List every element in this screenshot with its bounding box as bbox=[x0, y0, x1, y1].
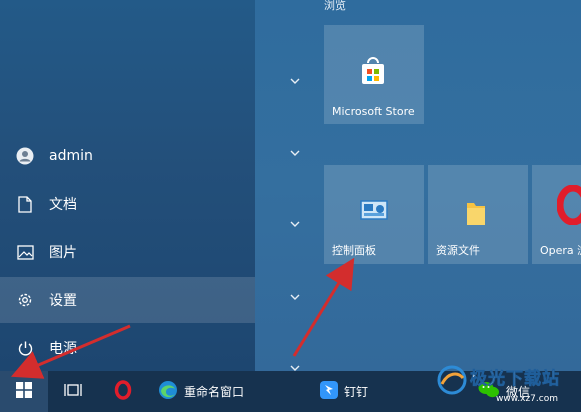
folder-icon bbox=[465, 199, 487, 231]
left-item-label: 文档 bbox=[49, 197, 77, 213]
start-button[interactable] bbox=[0, 371, 48, 412]
taskbar-edge-window[interactable]: 重命名窗口 bbox=[158, 371, 248, 412]
dingtalk-icon bbox=[320, 380, 338, 403]
task-view-button[interactable] bbox=[60, 371, 86, 412]
taskbar-item-label: 重命名窗口 bbox=[184, 385, 245, 399]
user-name: admin bbox=[49, 148, 93, 164]
left-item-label: 设置 bbox=[49, 293, 77, 309]
store-icon bbox=[359, 57, 387, 89]
edge-icon bbox=[158, 380, 178, 404]
windows-start-icon bbox=[16, 381, 32, 402]
power-icon bbox=[16, 339, 34, 357]
chevron-down-icon[interactable] bbox=[289, 293, 301, 301]
tile-opera[interactable]: Opera 浏览 bbox=[532, 165, 581, 264]
taskbar-item-label: 钉钉 bbox=[344, 385, 369, 399]
left-item-settings[interactable]: 设置 bbox=[0, 277, 255, 323]
left-item-label: 图片 bbox=[49, 245, 77, 261]
tile-label: 控制面板 bbox=[332, 244, 376, 257]
tile-microsoft-store[interactable]: Microsoft Store bbox=[324, 25, 424, 124]
task-view-icon bbox=[64, 382, 82, 402]
tile-label: Microsoft Store bbox=[332, 105, 415, 118]
watermark-url: www.xz7.com bbox=[496, 394, 558, 404]
user-account-item[interactable]: admin bbox=[0, 133, 255, 179]
gear-icon bbox=[16, 291, 34, 309]
document-icon bbox=[16, 195, 34, 213]
left-item-pictures[interactable]: 图片 bbox=[0, 229, 255, 275]
watermark: 极光下载站 www.xz7.com bbox=[436, 360, 581, 412]
taskbar-opera-button[interactable] bbox=[112, 371, 134, 412]
chevron-down-icon[interactable] bbox=[289, 220, 301, 228]
control-panel-icon bbox=[359, 199, 389, 227]
tile-resource-files[interactable]: 资源文件 bbox=[428, 165, 528, 264]
tile-label: 资源文件 bbox=[436, 244, 480, 257]
left-item-label: 电源 bbox=[49, 341, 77, 357]
start-menu-left-pane: admin 文档 图片 设置 电源 bbox=[0, 0, 255, 371]
picture-icon bbox=[16, 243, 34, 261]
tile-label: Opera 浏览 bbox=[540, 244, 581, 257]
taskbar-dingtalk-window[interactable]: 钉钉 bbox=[320, 371, 380, 412]
watermark-text: 极光下载站 bbox=[470, 369, 560, 390]
chevron-down-icon[interactable] bbox=[289, 77, 301, 85]
tile-control-panel[interactable]: 控制面板 bbox=[324, 165, 424, 264]
opera-icon bbox=[556, 184, 581, 229]
tile-group-title: 浏览 bbox=[324, 0, 346, 12]
watermark-logo-icon bbox=[436, 364, 468, 400]
user-avatar-icon bbox=[16, 147, 34, 165]
left-item-documents[interactable]: 文档 bbox=[0, 181, 255, 227]
opera-icon bbox=[114, 379, 132, 404]
chevron-down-icon[interactable] bbox=[289, 149, 301, 157]
left-item-power[interactable]: 电源 bbox=[0, 325, 255, 371]
